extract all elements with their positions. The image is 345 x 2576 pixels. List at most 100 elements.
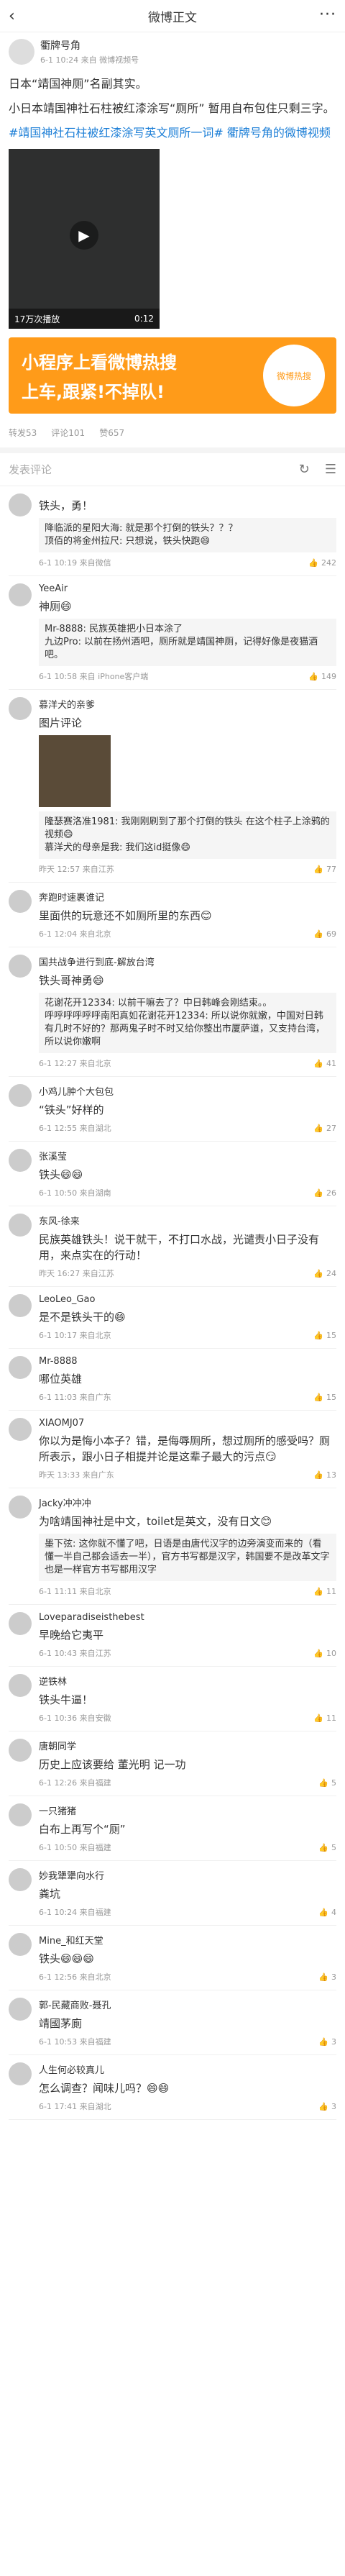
comment-like[interactable]: 👍 5 xyxy=(318,1778,336,1788)
comment-item[interactable]: 妙我犟犟向水行 粪坑 6-1 10:24 来自福建 👍 4 xyxy=(9,1861,336,1926)
avatar[interactable] xyxy=(9,2062,32,2085)
comment-like[interactable]: 👍 15 xyxy=(313,1331,336,1340)
comment-author[interactable]: 奔跑时速裹谁记 xyxy=(39,890,336,904)
comment-like[interactable]: 👍 77 xyxy=(313,865,336,874)
comment-item[interactable]: Mine_和红天堂 铁头😄😄😄 6-1 12:56 来自北京 👍 3 xyxy=(9,1926,336,1990)
comment-item[interactable]: 铁头，勇！ 降临派的星阳大海: 就是那个打倒的铁头？？？ 顶佰的将金州拉尺: 只想说… xyxy=(9,486,336,576)
thumbs-up-icon[interactable]: 👍 xyxy=(313,1269,323,1278)
avatar[interactable] xyxy=(9,1933,32,1956)
thumbs-up-icon[interactable]: 👍 xyxy=(318,1843,328,1852)
comment-like[interactable]: 👍 11 xyxy=(313,1587,336,1596)
post-author[interactable]: 衢牌号角 6-1 10:24 来自 微博视频号 xyxy=(0,32,345,68)
comment-item[interactable]: 郭-民藏商败-聂孔 靖國茅廁 6-1 10:53 来自福建 👍 3 xyxy=(9,1990,336,2055)
comment-like[interactable]: 👍 69 xyxy=(313,929,336,939)
thumbs-up-icon[interactable]: 👍 xyxy=(313,1188,323,1198)
avatar[interactable] xyxy=(9,1084,32,1107)
thumbs-up-icon[interactable]: 👍 xyxy=(308,558,318,568)
thumbs-up-icon[interactable]: 👍 xyxy=(313,1124,323,1133)
thumbs-up-icon[interactable]: 👍 xyxy=(313,1331,323,1340)
comment-item[interactable]: LeoLeo_Gao 是不是铁头干的😄 6-1 10:17 来自北京 👍 15 xyxy=(9,1287,336,1349)
avatar[interactable] xyxy=(9,1149,32,1172)
thumbs-up-icon[interactable]: 👍 xyxy=(308,672,318,681)
avatar[interactable] xyxy=(9,39,34,65)
comment-item[interactable]: 东风-徐来 民族英雄铁头！说干就干，不打口水战，光谴责小日子没有用，来点实在的行动… xyxy=(9,1206,336,1287)
comment-like[interactable]: 👍 3 xyxy=(318,2037,336,2047)
comment-like[interactable]: 👍 26 xyxy=(313,1188,336,1198)
mini-program-banner[interactable]: 小程序上看微博热搜 上车,跟紧!不掉队! 微博热搜 xyxy=(9,337,336,414)
avatar[interactable] xyxy=(9,1214,32,1237)
comment-author[interactable]: 东风-徐来 xyxy=(39,1214,336,1227)
comment-compose[interactable]: 发表评论 ↻ ☰ xyxy=(0,453,345,486)
chevron-left-icon[interactable]: ‹ xyxy=(9,7,15,25)
comment-item[interactable]: Loveparadiseisthebest 早晚给它夷平 6-1 10:43 来自江… xyxy=(9,1605,336,1667)
avatar[interactable] xyxy=(9,1294,32,1317)
list-icon[interactable]: ☰ xyxy=(325,462,336,477)
comment-like[interactable]: 👍 11 xyxy=(313,1713,336,1723)
thumbs-up-icon[interactable]: 👍 xyxy=(313,1393,323,1402)
comment-like[interactable]: 👍 41 xyxy=(313,1059,336,1068)
repost-count[interactable]: 转发53 xyxy=(9,427,37,439)
avatar[interactable] xyxy=(9,1674,32,1697)
comment-author[interactable]: 张溪莹 xyxy=(39,1149,336,1162)
thumbs-up-icon[interactable]: 👍 xyxy=(313,1059,323,1068)
thumbs-up-icon[interactable]: 👍 xyxy=(313,929,323,939)
comment-author[interactable]: Loveparadiseisthebest xyxy=(39,1612,336,1623)
avatar[interactable] xyxy=(9,583,32,606)
comment-author[interactable]: 小鸡儿肿个大包包 xyxy=(39,1084,336,1098)
thumbs-up-icon[interactable]: 👍 xyxy=(318,2037,328,2047)
reply-box[interactable]: 降临派的星阳大海: 就是那个打倒的铁头？？？ 顶佰的将金州拉尺: 只想说，铁头快跑… xyxy=(39,518,336,552)
comment-author[interactable]: LeoLeo_Gao xyxy=(39,1294,336,1305)
thumbs-up-icon[interactable]: 👍 xyxy=(313,1587,323,1596)
thumbs-up-icon[interactable]: 👍 xyxy=(313,1649,323,1658)
refresh-icon[interactable]: ↻ xyxy=(299,462,310,477)
comment-author[interactable]: Jacky冲冲冲 xyxy=(39,1496,336,1509)
play-icon[interactable]: ▶ xyxy=(70,221,98,250)
comment-author[interactable]: XIAOMJ07 xyxy=(39,1418,336,1429)
comment-author[interactable]: 唐朝同学 xyxy=(39,1739,336,1752)
comment-like[interactable]: 👍 4 xyxy=(318,1908,336,1917)
video-link[interactable]: 衢牌号角的微博视频 xyxy=(227,126,331,140)
comment-item[interactable]: Mr-8888 哪位英雄 6-1 11:03 来自广东 👍 15 xyxy=(9,1349,336,1411)
thumbs-up-icon[interactable]: 👍 xyxy=(318,2102,328,2111)
avatar[interactable] xyxy=(9,1418,32,1441)
comment-item[interactable]: 一只猪猪 白布上再写个“厕” 6-1 10:50 来自福建 👍 5 xyxy=(9,1796,336,1861)
comment-item[interactable]: 小鸡儿肿个大包包 “铁头”好样的 6-1 12:55 来自湖北 👍 27 xyxy=(9,1077,336,1142)
comment-author[interactable]: Mine_和红天堂 xyxy=(39,1933,336,1947)
reply-box[interactable]: Mr-8888: 民族英雄把小日本涂了 九边Pro: 以前在扬州酒吧，厕所就是靖国… xyxy=(39,619,336,666)
thumbs-up-icon[interactable]: 👍 xyxy=(313,865,323,874)
comment-item[interactable]: Jacky冲冲冲 为啥靖国神社是中文，toilet是英文，没有日文😊 墨下弦: 这你… xyxy=(9,1488,336,1605)
avatar[interactable] xyxy=(9,1356,32,1379)
comment-item[interactable]: 唐朝同学 历史上应该要给 董光明 记一功 6-1 12:26 来自福建 👍 5 xyxy=(9,1731,336,1796)
avatar[interactable] xyxy=(9,1739,32,1762)
comment-item[interactable]: XIAOMJ07 你以为是悔小本子？错，是侮辱厕所，想过厕所的感受吗？厕所表示，跟… xyxy=(9,1411,336,1488)
avatar[interactable] xyxy=(9,1998,32,2021)
comment-like[interactable]: 👍 242 xyxy=(308,558,336,568)
thumbs-up-icon[interactable]: 👍 xyxy=(318,1778,328,1788)
comment-author[interactable]: 一只猪猪 xyxy=(39,1803,336,1817)
comment-item[interactable]: YeeAir 神厕😄 Mr-8888: 民族英雄把小日本涂了 九边Pro: 以前在扬州… xyxy=(9,576,336,690)
more-icon[interactable]: ··· xyxy=(319,6,336,24)
comment-count[interactable]: 评论101 xyxy=(51,427,85,439)
avatar[interactable] xyxy=(9,955,32,978)
reply-box[interactable]: 隆瑟赛洛准1981: 我刚刚刷到了那个打倒的铁头 在这个柱子上涂鸦的视频😄 慕洋犬… xyxy=(39,811,336,859)
comment-item[interactable]: 人生何必较真儿 怎么调查？闻味儿吗？😄😄 6-1 17:41 来自湖北 👍 3 xyxy=(9,2055,336,2120)
comment-like[interactable]: 👍 10 xyxy=(313,1649,336,1658)
avatar[interactable] xyxy=(9,1496,32,1519)
comment-like[interactable]: 👍 27 xyxy=(313,1124,336,1133)
video-player[interactable]: ▶ 17万次播放 0:12 xyxy=(9,149,160,329)
comment-item[interactable]: 张溪莹 铁头😄😄 6-1 10:50 来自湖南 👍 26 xyxy=(9,1142,336,1206)
comment-like[interactable]: 👍 24 xyxy=(313,1269,336,1278)
comment-image[interactable] xyxy=(39,735,111,807)
comment-like[interactable]: 👍 3 xyxy=(318,2102,336,2111)
comment-like[interactable]: 👍 3 xyxy=(318,1972,336,1982)
thumbs-up-icon[interactable]: 👍 xyxy=(318,1972,328,1982)
comment-author[interactable]: 妙我犟犟向水行 xyxy=(39,1868,336,1882)
like-count[interactable]: 赞657 xyxy=(99,427,124,439)
comment-item[interactable]: 逆铁林 铁头牛逼！ 6-1 10:36 来自安徽 👍 11 xyxy=(9,1667,336,1731)
avatar[interactable] xyxy=(9,1868,32,1891)
reply-box[interactable]: 花谢花开12334: 以前干嘛去了？中日韩峰会刚结束。。 呼呼呼呼呼呼南阳真如花谢… xyxy=(39,993,336,1053)
thumbs-up-icon[interactable]: 👍 xyxy=(318,1908,328,1917)
comment-like[interactable]: 👍 5 xyxy=(318,1843,336,1852)
reply-box[interactable]: 墨下弦: 这你就不懂了吧，日语是由唐代汉字的边旁演变而来的（看懂一半自己都会适去… xyxy=(39,1534,336,1581)
comment-item[interactable]: 奔跑时速裹谁记 里面供的玩意还不如厕所里的东西😊 6-1 12:04 来自北京 👍 69 xyxy=(9,883,336,947)
